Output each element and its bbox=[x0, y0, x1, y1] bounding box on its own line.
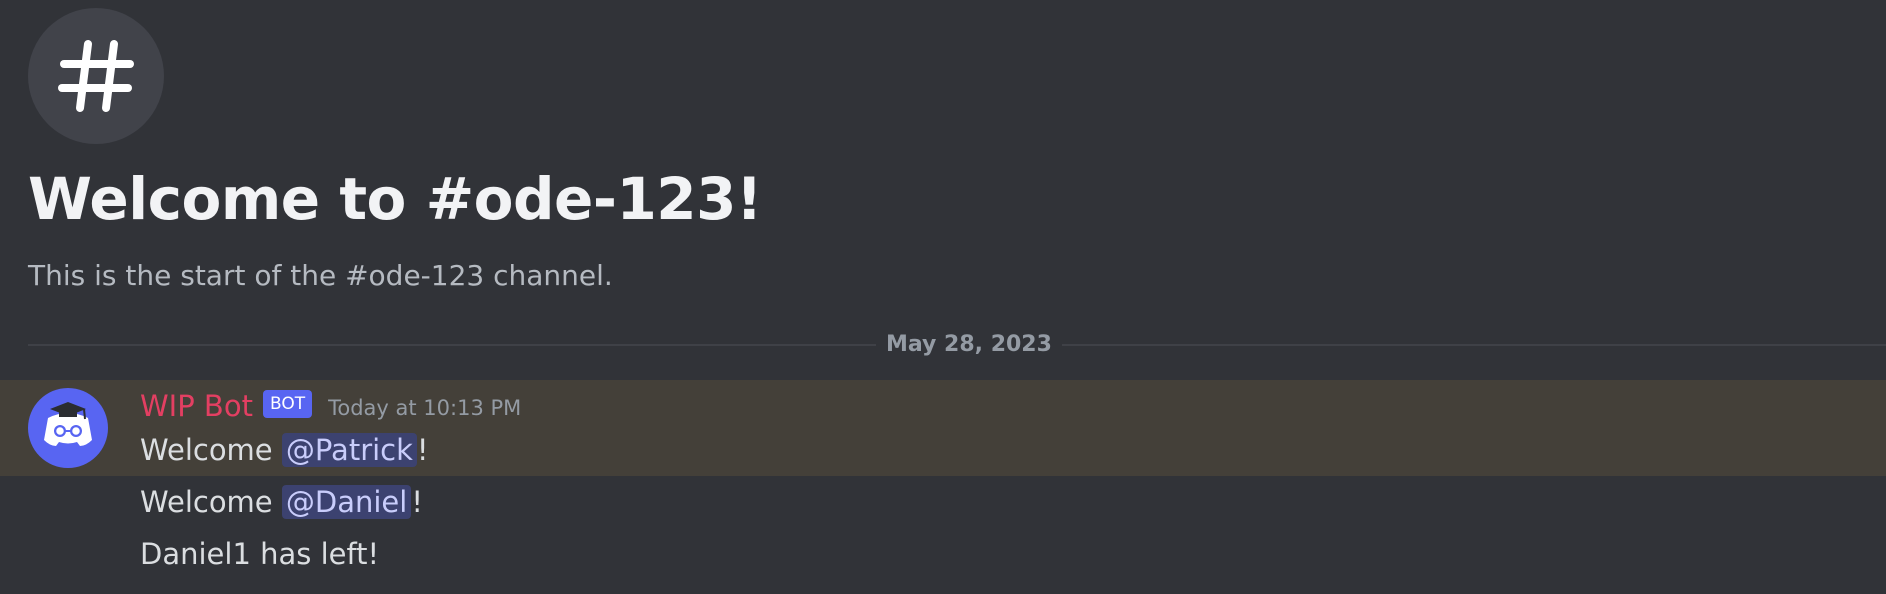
message-line: Daniel1 has left! bbox=[140, 532, 379, 576]
message-timestamp[interactable]: Today at 10:13 PM bbox=[328, 387, 521, 429]
message-line: Welcome @Patrick! bbox=[140, 428, 429, 472]
message-text: Daniel1 has left! bbox=[140, 537, 380, 571]
message-text: Welcome bbox=[140, 485, 282, 519]
discord-bot-avatar-icon bbox=[44, 402, 92, 446]
channel-view: Welcome to #ode-123! This is the start o… bbox=[0, 0, 1886, 594]
message-text: ! bbox=[416, 433, 429, 467]
message-header: WIP Bot BOT Today at 10:13 PM bbox=[140, 385, 521, 427]
channel-hashtag-badge bbox=[28, 8, 164, 144]
message-username[interactable]: WIP Bot bbox=[140, 385, 253, 427]
user-mention-daniel[interactable]: @Daniel bbox=[281, 485, 412, 519]
message-text: Welcome bbox=[140, 433, 282, 467]
message-text: ! bbox=[411, 485, 423, 519]
bot-avatar[interactable] bbox=[28, 388, 108, 468]
channel-welcome-title: Welcome to #ode-123! bbox=[28, 165, 762, 233]
channel-welcome-subtitle: This is the start of the #ode-123 channe… bbox=[28, 259, 613, 292]
hashtag-icon bbox=[58, 40, 134, 112]
bot-badge: BOT bbox=[262, 390, 313, 418]
message-line: Welcome @Daniel! bbox=[140, 480, 423, 524]
date-divider-label: May 28, 2023 bbox=[876, 328, 1062, 362]
user-mention-patrick[interactable]: @Patrick bbox=[281, 433, 417, 467]
